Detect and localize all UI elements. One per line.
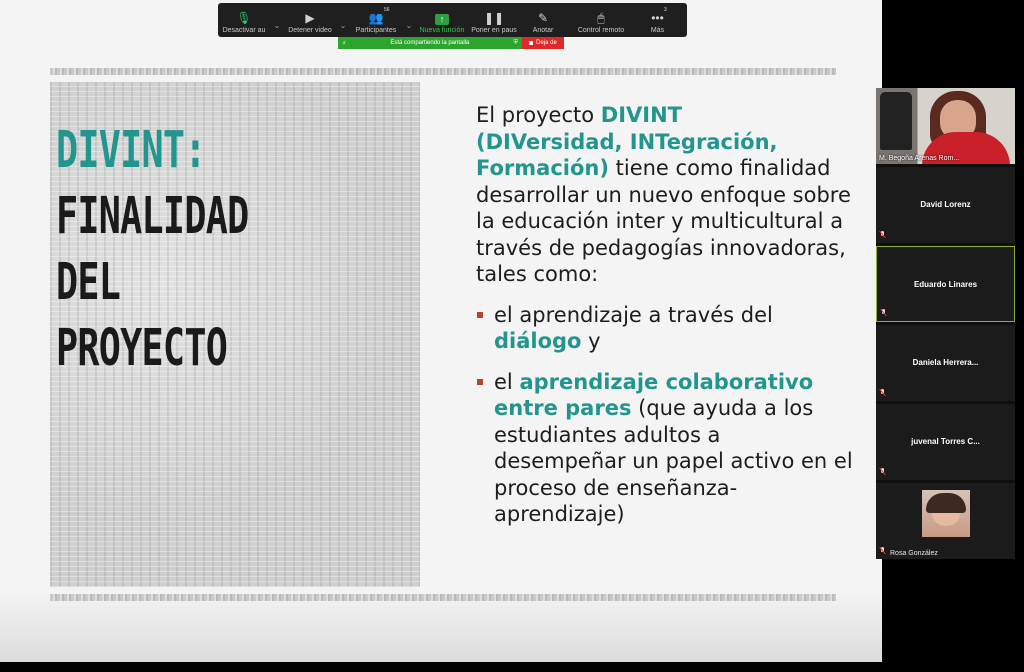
pause-label: Poner en paus xyxy=(471,27,517,34)
participant-name: Rosa González xyxy=(890,550,938,557)
participant-name: Daniela Herrera... xyxy=(912,358,979,367)
muted-microphone-icon xyxy=(879,231,887,239)
slide-top-rule xyxy=(50,68,836,75)
meeting-toolbar: 🎙 Desactivar au ⌄ ▶ Detener video ⌄ 👥 56… xyxy=(218,3,687,37)
slide-title-line-1: DIVINT: xyxy=(56,121,206,180)
stop-share-label: Deja de xyxy=(536,40,557,46)
slide-title-line-4: PROYECTO xyxy=(56,319,228,378)
annotate-label: Anotar xyxy=(532,27,554,34)
video-camera-icon: ▶ xyxy=(305,11,315,25)
intro-text-1: El proyecto xyxy=(476,103,601,127)
stop-square-icon xyxy=(529,41,534,45)
slide-bullet-2: el aprendizaje colaborativo entre pares … xyxy=(476,369,856,528)
participants-gallery: M. Begoña Arenas Rom... David Lorenz Edu… xyxy=(876,88,1015,559)
stop-share-button[interactable]: Deja de xyxy=(522,37,564,49)
participants-icon: 👥 xyxy=(368,11,384,25)
muted-microphone-icon xyxy=(879,389,887,397)
slide-bullet-1: el aprendizaje a través del diálogo y xyxy=(476,302,856,355)
participant-tile-video[interactable]: M. Begoña Arenas Rom... xyxy=(876,88,1015,164)
participant-tile[interactable]: Daniela Herrera... xyxy=(876,325,1015,401)
slide-title-line-3: DEL xyxy=(56,253,121,312)
shared-slide: DIVINT: FINALIDAD DEL PROYECTO El proyec… xyxy=(0,0,882,662)
participant-name: M. Begoña Arenas Rom... xyxy=(879,155,960,162)
bullet-1-text-1: el aprendizaje a través del xyxy=(494,302,773,327)
mouse-icon: 🖱 xyxy=(597,11,605,25)
participant-tile[interactable]: Rosa González xyxy=(876,483,1015,559)
remote-label: Control remoto xyxy=(577,27,625,34)
audio-options-chevron-icon[interactable]: ⌄ xyxy=(270,11,284,30)
avatar xyxy=(922,490,970,537)
participant-tile-active[interactable]: Eduardo Linares xyxy=(876,246,1015,322)
shield-icon: ⛨ xyxy=(513,39,518,46)
new-feature-button[interactable]: ↑ Nueva función xyxy=(416,3,468,37)
participants-label: Participantes xyxy=(355,27,397,34)
participant-tile[interactable]: juvenal Torres C... xyxy=(876,404,1015,480)
slide-intro-paragraph: El proyecto DIVINT (DIVersidad, INTegraci… xyxy=(476,102,856,288)
more-label: Más xyxy=(650,27,665,34)
drag-handle-icon[interactable]: ⚡ xyxy=(342,40,346,47)
muted-microphone-icon xyxy=(879,468,887,476)
participant-name: Eduardo Linares xyxy=(913,280,978,289)
muted-microphone-icon xyxy=(880,309,888,317)
slide-body: El proyecto DIVINT (DIVersidad, INTegraci… xyxy=(476,102,856,542)
bullet-1-text-2: y xyxy=(581,329,601,353)
pause-icon: ❚❚ xyxy=(483,11,505,25)
participant-tile[interactable]: David Lorenz xyxy=(876,167,1015,243)
participant-name: juvenal Torres C... xyxy=(911,437,980,446)
bullet-1-highlight: diálogo xyxy=(494,329,582,353)
muted-microphone-icon xyxy=(879,547,887,555)
pencil-icon: ✎ xyxy=(537,11,549,25)
participants-count: 56 xyxy=(384,7,390,13)
screen: DIVINT: FINALIDAD DEL PROYECTO El proyec… xyxy=(0,0,1024,672)
slide-bullet-list: el aprendizaje a través del diálogo y el… xyxy=(476,302,856,528)
microphone-icon: 🎙 xyxy=(236,11,252,25)
screen-share-bar: ⚡ Está compartiendo la pantalla ⛨ Deja d… xyxy=(338,37,564,49)
video-label: Detener video xyxy=(288,27,332,34)
upload-arrow-icon: ↑ xyxy=(435,14,449,25)
slide-bottom-rule xyxy=(50,594,836,601)
remote-control-button[interactable]: 🖱 Control remoto xyxy=(566,3,636,37)
participants-options-chevron-icon[interactable]: ⌄ xyxy=(402,11,416,30)
intro-divint: DIVINT xyxy=(600,103,682,127)
slide-title-line-2: FINALIDAD xyxy=(56,187,249,246)
sharing-text: Está compartiendo la pantalla xyxy=(390,40,470,46)
more-count: 3 xyxy=(664,7,667,13)
new-feature-label: Nueva función xyxy=(419,27,465,34)
participant-name: David Lorenz xyxy=(920,200,971,209)
participants-button[interactable]: 👥 56 Participantes xyxy=(350,3,402,37)
mute-button[interactable]: 🎙 Desactivar au xyxy=(218,3,270,37)
bullet-2-text-1: el xyxy=(494,369,520,394)
mute-label: Desactivar au xyxy=(222,27,266,34)
pause-share-button[interactable]: ❚❚ Poner en paus xyxy=(468,3,520,37)
more-dots-icon: ••• xyxy=(651,11,664,25)
slide-title: DIVINT: FINALIDAD DEL PROYECTO xyxy=(56,118,323,382)
video-options-chevron-icon[interactable]: ⌄ xyxy=(336,11,350,30)
more-button[interactable]: ••• 3 Más xyxy=(636,3,679,37)
stop-video-button[interactable]: ▶ Detener video xyxy=(284,3,336,37)
sharing-indicator: ⚡ Está compartiendo la pantalla ⛨ xyxy=(338,37,522,49)
annotate-button[interactable]: ✎ Anotar xyxy=(520,3,566,37)
video-chair xyxy=(880,92,912,150)
